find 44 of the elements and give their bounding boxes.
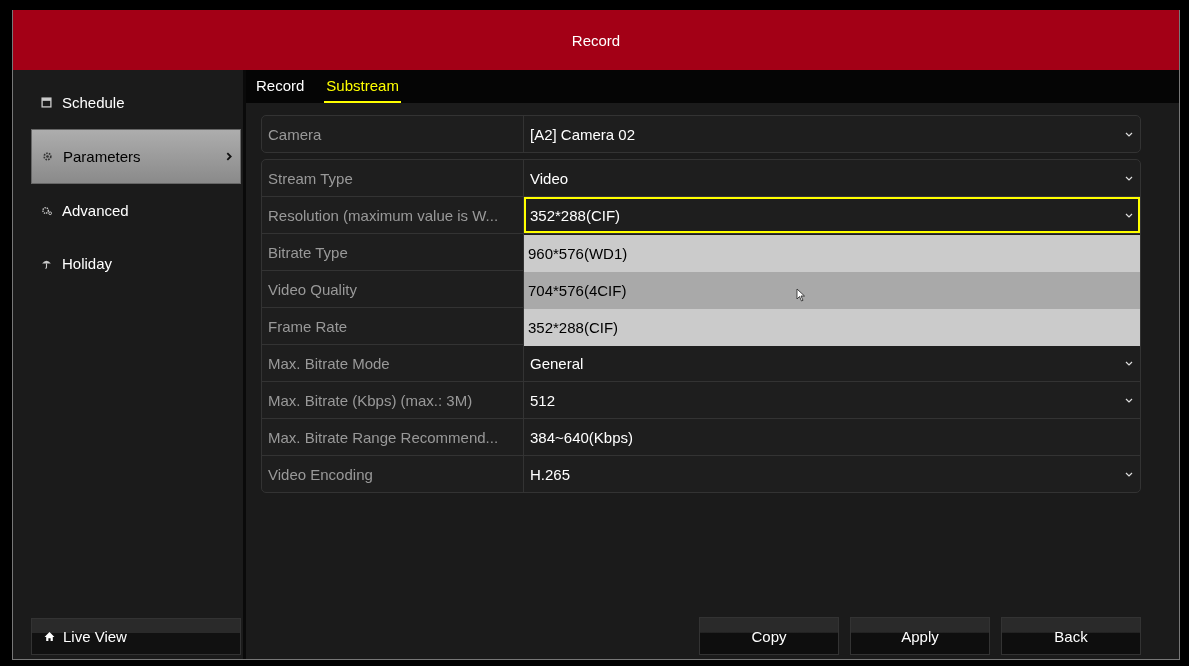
tab[interactable]: Substream [324, 70, 401, 103]
action-button[interactable]: Back [1001, 617, 1141, 655]
field-label: Resolution (maximum value is W... [262, 197, 524, 233]
caret-icon [1125, 471, 1133, 477]
dropdown-option[interactable]: 704*576(4CIF) [524, 272, 1140, 309]
setting-dropdown[interactable]: Video [524, 160, 1140, 196]
mouse-pointer-icon [796, 287, 807, 302]
sidebar-item[interactable]: Parameters [31, 129, 241, 184]
home-icon [44, 631, 55, 642]
umbrella-icon [41, 258, 52, 269]
setting-dropdown[interactable]: 512 [524, 382, 1140, 418]
setting-dropdown[interactable]: General [524, 345, 1140, 381]
field-label: Stream Type [262, 160, 524, 196]
chevron-icon [226, 152, 232, 161]
gears-icon [41, 205, 52, 216]
dropdown-option[interactable]: 352*288(CIF) [524, 309, 1140, 346]
camera-dropdown[interactable]: [A2] Camera 02 [524, 116, 1140, 152]
caret-icon [1125, 131, 1133, 137]
setting-dropdown[interactable]: 352*288(CIF) [524, 197, 1140, 233]
window-title: Record [13, 10, 1179, 70]
gear-icon [42, 151, 53, 162]
field-label: Bitrate Type [262, 234, 524, 270]
live-view-button[interactable]: Live View [31, 618, 241, 655]
tab[interactable]: Record [254, 70, 307, 103]
field-label: Camera [262, 116, 524, 152]
calendar-icon [41, 97, 52, 108]
field-label: Frame Rate [262, 308, 524, 344]
caret-icon [1125, 212, 1133, 218]
field-label: Max. Bitrate (Kbps) (max.: 3M) [262, 382, 524, 418]
sidebar-item[interactable]: Schedule [31, 76, 241, 129]
sidebar-item[interactable]: Advanced [31, 184, 241, 237]
dropdown-option[interactable]: 960*576(WD1) [524, 235, 1140, 272]
setting-dropdown[interactable]: H.265 [524, 456, 1140, 492]
caret-icon [1125, 397, 1133, 403]
field-label: Max. Bitrate Range Recommend... [262, 419, 524, 455]
field-label: Max. Bitrate Mode [262, 345, 524, 381]
action-button[interactable]: Copy [699, 617, 839, 655]
setting-value: 384~640(Kbps) [529, 427, 634, 448]
action-button[interactable]: Apply [850, 617, 990, 655]
sidebar-item[interactable]: Holiday [31, 237, 241, 290]
field-label: Video Encoding [262, 456, 524, 492]
caret-icon [1125, 175, 1133, 181]
caret-icon [1125, 360, 1133, 366]
field-label: Video Quality [262, 271, 524, 307]
